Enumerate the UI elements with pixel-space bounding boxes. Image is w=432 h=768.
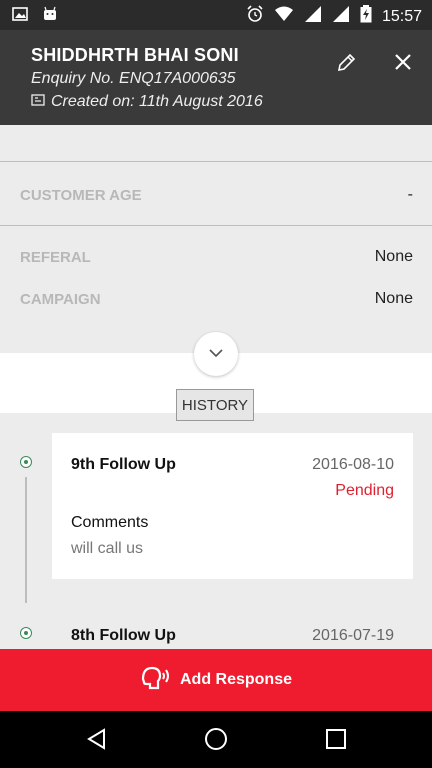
recents-button[interactable] bbox=[323, 726, 349, 752]
customer-age-label: CUSTOMER AGE bbox=[20, 187, 142, 204]
divider bbox=[0, 225, 432, 226]
followup-date: 2016-08-10 bbox=[312, 456, 394, 473]
followup-date: 2016-07-19 bbox=[312, 627, 394, 644]
comments-value: will call us bbox=[71, 540, 144, 557]
referal-value: None bbox=[374, 248, 413, 265]
status-bar: 15:57 bbox=[0, 0, 432, 30]
history-card[interactable]: 9th Follow Up 2016-08-10 Pending Comment… bbox=[52, 433, 413, 579]
back-button[interactable] bbox=[84, 726, 110, 752]
wifi-icon bbox=[274, 5, 294, 28]
back-triangle-icon bbox=[84, 728, 110, 756]
close-icon bbox=[392, 54, 414, 77]
signal-icon bbox=[304, 5, 322, 28]
expand-details-button[interactable] bbox=[194, 332, 238, 376]
alarm-icon bbox=[246, 5, 264, 28]
battery-icon bbox=[360, 5, 372, 28]
android-icon bbox=[42, 6, 58, 27]
customer-age-value: - bbox=[407, 186, 413, 203]
followup-title: 8th Follow Up bbox=[71, 627, 176, 644]
timeline-dot bbox=[20, 456, 32, 468]
enquiry-header: SHIDDHRTH BHAI SONI Enquiry No. ENQ17A00… bbox=[0, 30, 432, 125]
created-date: Created on: 11th August 2016 bbox=[31, 93, 263, 111]
home-circle-icon bbox=[203, 728, 229, 756]
navigation-bar bbox=[0, 711, 432, 768]
chevron-down-icon bbox=[208, 345, 224, 363]
timeline-line bbox=[25, 477, 27, 603]
campaign-label: CAMPAIGN bbox=[20, 291, 101, 308]
created-date-text: Created on: 11th August 2016 bbox=[51, 93, 263, 110]
edit-button[interactable] bbox=[335, 52, 357, 74]
pencil-icon bbox=[335, 53, 357, 78]
tag-icon bbox=[31, 93, 45, 111]
add-response-button[interactable]: Add Response bbox=[0, 649, 432, 711]
close-button[interactable] bbox=[392, 51, 414, 73]
home-button[interactable] bbox=[203, 726, 229, 752]
timeline-dot bbox=[20, 627, 32, 639]
clock-time: 15:57 bbox=[381, 7, 422, 25]
divider bbox=[0, 161, 432, 162]
followup-status: Pending bbox=[335, 482, 394, 499]
customer-name: SHIDDHRTH BHAI SONI bbox=[31, 45, 239, 65]
campaign-value: None bbox=[374, 290, 413, 307]
history-button[interactable]: HISTORY bbox=[176, 389, 254, 421]
referal-label: REFERAL bbox=[20, 249, 91, 266]
comments-label: Comments bbox=[71, 514, 149, 531]
enquiry-number: Enquiry No. ENQ17A000635 bbox=[31, 70, 236, 87]
recents-square-icon bbox=[323, 729, 349, 756]
image-icon bbox=[12, 6, 28, 27]
speaking-head-icon bbox=[140, 665, 170, 696]
enquiry-content[interactable]: CUSTOMER AGE - REFERAL None CAMPAIGN Non… bbox=[0, 125, 432, 649]
signal-icon bbox=[332, 5, 350, 28]
add-response-label: Add Response bbox=[179, 671, 292, 688]
followup-title: 9th Follow Up bbox=[71, 456, 176, 473]
